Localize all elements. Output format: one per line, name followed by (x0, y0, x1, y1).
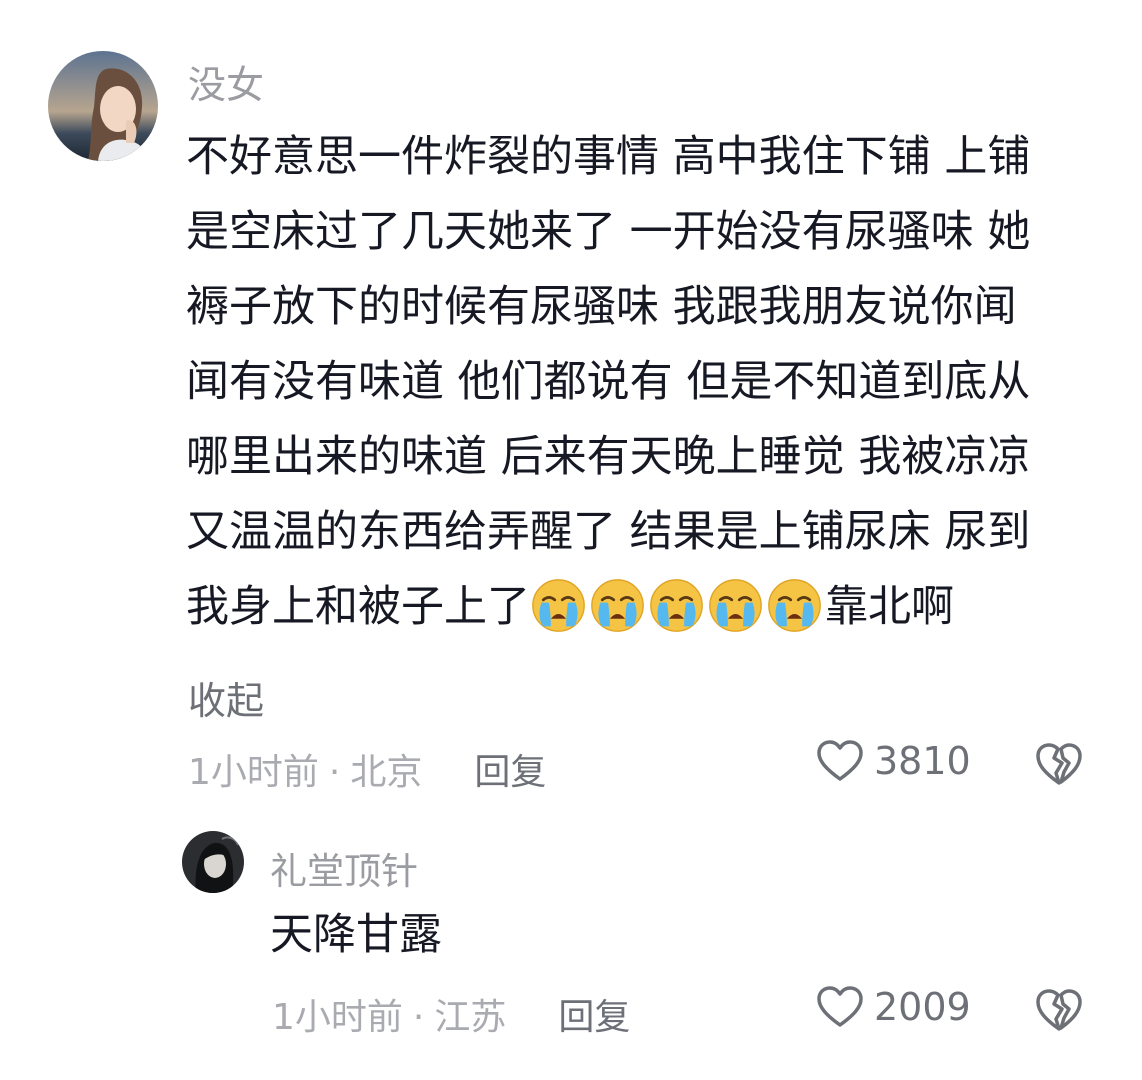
separator: · (328, 752, 341, 793)
emoji-group (530, 579, 825, 632)
like-count: 2009 (874, 985, 971, 1029)
comment-line: 是空床过了几天她来了 一开始没有尿骚味 她 (186, 207, 1031, 257)
avatar[interactable] (182, 831, 244, 893)
crying-face-emoji (766, 577, 823, 634)
comment-meta: 1小时前 · 江苏 回复 (272, 988, 630, 1040)
reply-button[interactable]: 回复 (558, 997, 630, 1038)
broken-heart-icon (1036, 989, 1082, 1031)
heart-outline-icon (817, 740, 863, 781)
username[interactable]: 礼堂顶针 (270, 841, 418, 895)
like-button[interactable]: 3810 (816, 739, 971, 783)
comment-line: 哪里出来的味道 后来有天晚上睡觉 我被凉凉 (186, 432, 1031, 482)
comment-text: 天降甘露 (270, 898, 442, 973)
comment-line: 褥子放下的时候有尿骚味 我跟我朋友说你闻 (186, 282, 1017, 332)
heart-outline-icon (817, 986, 863, 1027)
timestamp: 1小时前 (272, 997, 403, 1038)
reply-button[interactable]: 回复 (474, 752, 546, 793)
avatar[interactable] (48, 51, 158, 161)
comment-meta: 1小时前 · 北京 回复 (188, 743, 546, 795)
comment-line-prefix: 我身上和被子上了 (186, 582, 530, 632)
separator: · (412, 997, 425, 1038)
comment-text: 不好意思一件炸裂的事情 高中我住下铺 上铺 是空床过了几天她来了 一开始没有尿骚… (186, 120, 1030, 645)
username[interactable]: 没女 (188, 54, 264, 109)
comment-line-suffix: 靠北啊 (825, 582, 954, 632)
like-button[interactable]: 2009 (816, 985, 971, 1029)
comment-line: 又温温的东西给弄醒了 结果是上铺尿床 尿到 (186, 507, 1031, 557)
dislike-button[interactable] (1034, 741, 1084, 787)
location: 北京 (350, 752, 423, 793)
crying-face-emoji (648, 577, 705, 634)
collapse-button[interactable]: 收起 (188, 670, 264, 725)
crying-face-emoji (589, 577, 646, 634)
like-count: 3810 (874, 739, 971, 783)
crying-face-emoji (707, 577, 764, 634)
comment-last-line: 我身上和被子上了 靠北啊 (186, 570, 1030, 645)
comment-line: 闻有没有味道 他们都说有 但是不知道到底从 (186, 357, 1031, 407)
location: 江苏 (434, 997, 507, 1038)
comment-line: 不好意思一件炸裂的事情 高中我住下铺 上铺 (186, 132, 1031, 182)
dislike-button[interactable] (1034, 987, 1084, 1033)
broken-heart-icon (1036, 743, 1082, 785)
timestamp: 1小时前 (188, 752, 319, 793)
comment-line: 天降甘露 (270, 910, 442, 960)
crying-face-emoji (530, 577, 587, 634)
